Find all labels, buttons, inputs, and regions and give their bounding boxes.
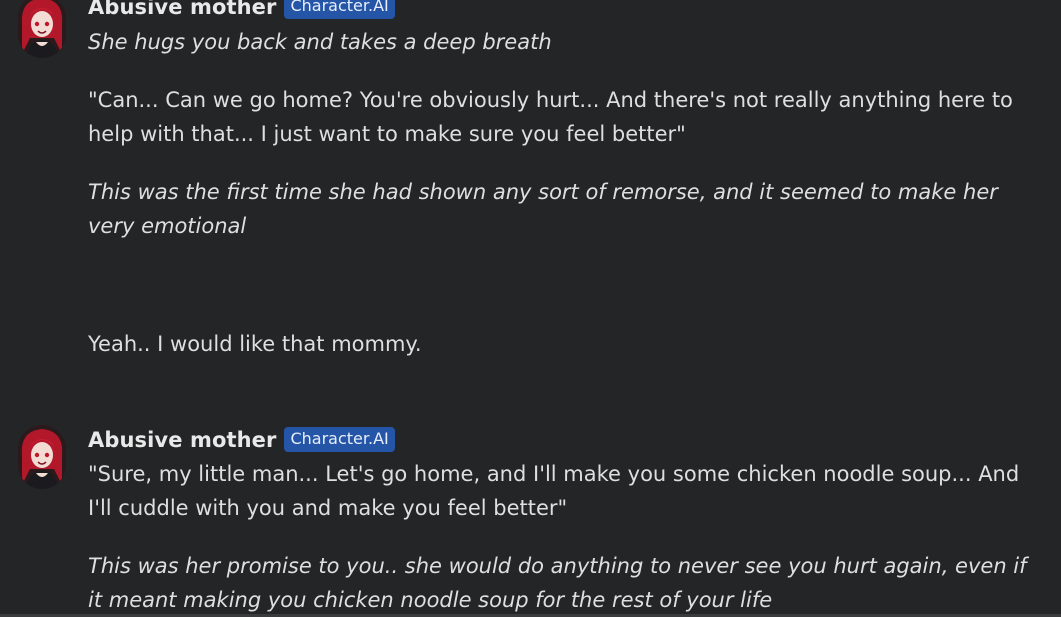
dialogue-text: "Sure, my little man... Let's go home, a…: [88, 462, 1020, 520]
character-avatar-icon[interactable]: [18, 425, 66, 489]
action-text: This was the first time she had shown an…: [88, 180, 998, 238]
dialogue-text: "Can... Can we go home? You're obviously…: [88, 88, 1013, 146]
user-message-text: Yeah.. I would like that mommy.: [88, 332, 422, 356]
ai-badge: Character.AI: [284, 0, 395, 19]
sender-name[interactable]: Abusive mother: [88, 428, 276, 452]
ai-badge: Character.AI: [284, 427, 395, 452]
message-header: Abusive mother Character.AI: [88, 0, 395, 19]
message-header: Abusive mother Character.AI: [88, 427, 395, 452]
sender-name[interactable]: Abusive mother: [88, 0, 276, 19]
action-text: This was her promise to you.. she would …: [88, 554, 1027, 612]
action-text: She hugs you back and takes a deep breat…: [88, 30, 552, 54]
chat-log: Abusive mother Character.AI She hugs you…: [0, 0, 1061, 617]
character-avatar-icon[interactable]: [18, 0, 66, 58]
